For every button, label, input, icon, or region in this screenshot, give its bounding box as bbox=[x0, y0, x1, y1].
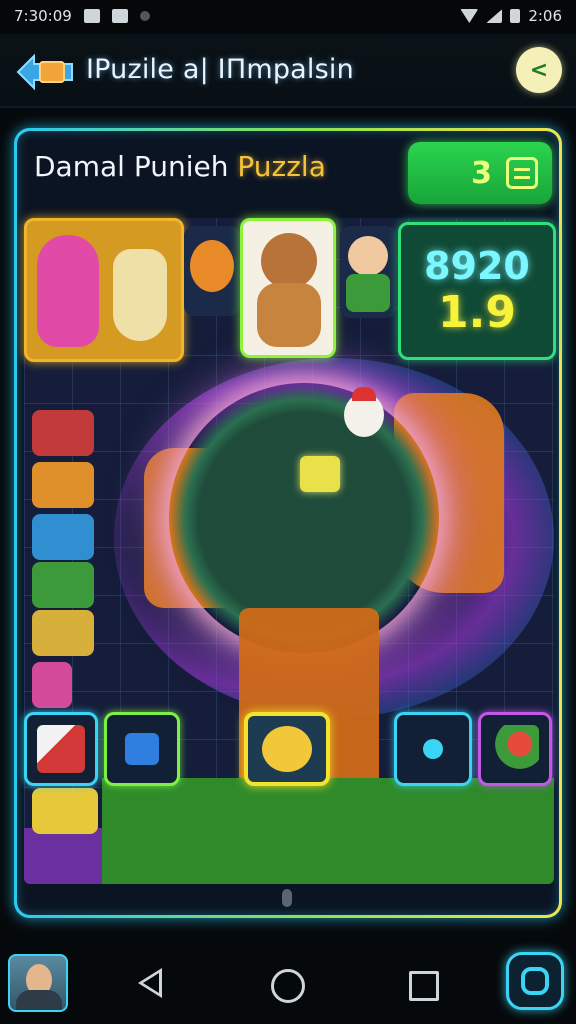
nav-recents-icon[interactable] bbox=[409, 971, 439, 1001]
thumbnail-piece[interactable] bbox=[32, 610, 94, 656]
selected-picture-card[interactable] bbox=[24, 218, 184, 362]
tray-slot-piece[interactable] bbox=[104, 712, 180, 786]
hint-icon bbox=[423, 739, 443, 759]
thumbnail-piece[interactable] bbox=[32, 562, 94, 608]
battery-icon bbox=[510, 9, 521, 23]
board-title-yellow: Puzzla bbox=[237, 150, 326, 183]
score-multiplier: 1.9 bbox=[438, 287, 516, 338]
parrot-icon bbox=[491, 725, 539, 773]
score-card: 8920 1.9 bbox=[398, 222, 556, 360]
nav-home-icon[interactable] bbox=[271, 969, 305, 1003]
notification-icon bbox=[111, 9, 128, 23]
list-icon bbox=[506, 157, 538, 189]
signal-icon bbox=[486, 9, 503, 23]
app-title: IPuzile a| IΠmpalsin bbox=[86, 54, 354, 85]
drag-handle[interactable] bbox=[282, 889, 292, 907]
sync-icon bbox=[139, 11, 150, 21]
floating-puzzle-piece[interactable] bbox=[300, 456, 340, 492]
back-puzzle-icon[interactable] bbox=[16, 52, 74, 92]
avatar[interactable] bbox=[8, 954, 68, 1012]
puzzle-region-green bbox=[102, 778, 554, 884]
avatar-body bbox=[16, 990, 62, 1010]
thumbnail-piece[interactable] bbox=[32, 410, 94, 456]
thumbnail-piece[interactable] bbox=[32, 514, 94, 560]
status-time-left: 7:30:09 bbox=[14, 7, 72, 25]
tray-slot-hint[interactable] bbox=[394, 712, 472, 786]
ticket-icon bbox=[37, 725, 85, 773]
tray-slot-character[interactable] bbox=[244, 712, 330, 786]
board-header: Damal Punieh Puzzla bbox=[34, 150, 326, 183]
wifi-icon bbox=[460, 9, 479, 23]
tray-slot-character[interactable] bbox=[478, 712, 552, 786]
app-bar: IPuzile a| IΠmpalsin bbox=[0, 34, 576, 108]
puzzle-region-purple bbox=[24, 828, 102, 884]
bear-head-icon bbox=[261, 233, 317, 289]
status-bar: 7:30:09 2:06 bbox=[0, 0, 576, 32]
media-icon bbox=[83, 9, 100, 23]
nav-back-icon[interactable] bbox=[138, 968, 162, 998]
fox-piece-card[interactable] bbox=[184, 226, 240, 316]
level-number: 3 bbox=[471, 155, 492, 191]
elf-piece-card[interactable] bbox=[340, 226, 396, 318]
tray-slot-tool[interactable] bbox=[24, 712, 98, 786]
character-piece[interactable] bbox=[344, 387, 384, 437]
back-button[interactable]: < bbox=[516, 47, 562, 93]
bear-piece-card[interactable] bbox=[240, 218, 336, 358]
elf-head-icon bbox=[348, 236, 388, 276]
thumbnail-piece[interactable] bbox=[32, 788, 98, 834]
pink-creature-piece bbox=[37, 235, 99, 347]
bear-body-icon bbox=[257, 283, 321, 347]
board-title-white: Damal Punieh bbox=[34, 150, 229, 183]
chick-icon bbox=[262, 726, 312, 772]
vase-piece bbox=[113, 249, 167, 341]
thumbnail-piece[interactable] bbox=[32, 462, 94, 508]
blue-piece-icon bbox=[125, 733, 159, 765]
game-launcher-icon[interactable] bbox=[506, 952, 564, 1010]
status-time-right: 2:06 bbox=[528, 7, 562, 25]
elf-body-icon bbox=[346, 274, 390, 312]
level-badge[interactable]: 3 bbox=[408, 142, 552, 204]
score-value: 8920 bbox=[424, 244, 530, 288]
thumbnail-piece[interactable] bbox=[32, 662, 72, 708]
fox-icon bbox=[190, 240, 234, 292]
